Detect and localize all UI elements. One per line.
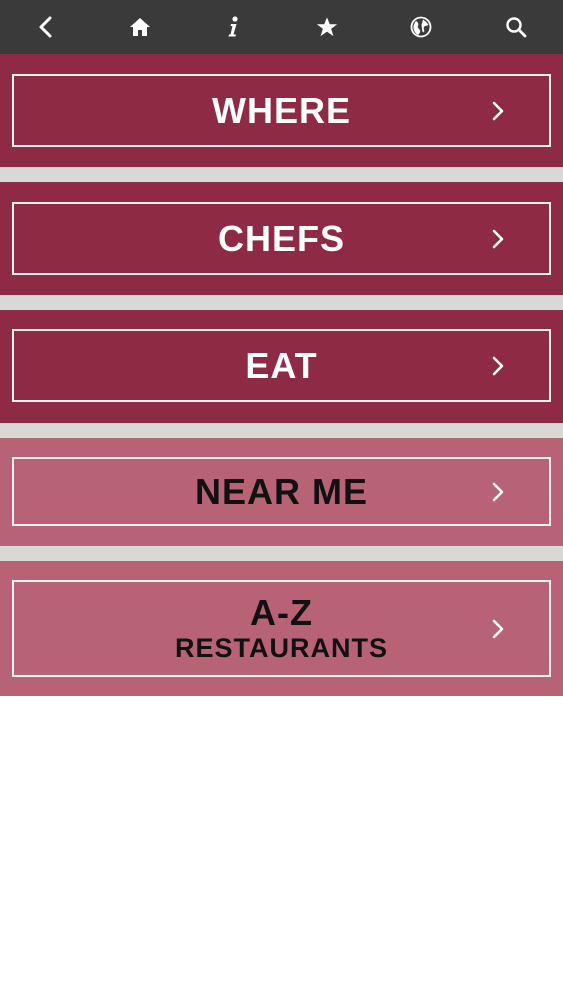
chefs-label: CHEFS	[217, 217, 345, 259]
menu-tile-near-me: NEAR ME	[0, 438, 563, 546]
az-restaurants-label: A-Z RESTAURANTS	[175, 595, 388, 662]
info-icon[interactable]	[208, 0, 258, 54]
near-me-button[interactable]: NEAR ME	[12, 457, 551, 526]
where-button[interactable]: WHERE	[12, 74, 551, 147]
back-chevron-icon[interactable]	[21, 0, 71, 54]
menu-separator	[0, 167, 563, 182]
top-toolbar	[0, 0, 563, 54]
search-icon[interactable]	[491, 0, 541, 54]
chevron-right-icon	[491, 618, 505, 640]
home-icon[interactable]	[115, 0, 165, 54]
menu-separator	[0, 423, 563, 438]
menu-separator	[0, 295, 563, 310]
where-label: WHERE	[212, 89, 351, 131]
eat-button[interactable]: EAT	[12, 329, 551, 402]
near-me-label: NEAR ME	[194, 470, 368, 512]
menu-tile-eat: EAT	[0, 310, 563, 423]
menu-tile-az-restaurants: A-Z RESTAURANTS	[0, 561, 563, 696]
chefs-button[interactable]: CHEFS	[12, 202, 551, 275]
globe-icon[interactable]	[396, 0, 446, 54]
chevron-right-icon	[491, 481, 505, 503]
az-restaurants-button[interactable]: A-Z RESTAURANTS	[12, 580, 551, 677]
chevron-right-icon	[491, 355, 505, 377]
chevron-right-icon	[491, 100, 505, 122]
az-label-line2: RESTAURANTS	[175, 633, 388, 663]
menu-tile-chefs: CHEFS	[0, 182, 563, 295]
star-icon[interactable]	[302, 0, 352, 54]
eat-label: EAT	[245, 344, 318, 386]
az-label-line1: A-Z	[250, 592, 313, 633]
chevron-right-icon	[491, 228, 505, 250]
menu-separator	[0, 546, 563, 561]
menu-tile-where: WHERE	[0, 54, 563, 167]
